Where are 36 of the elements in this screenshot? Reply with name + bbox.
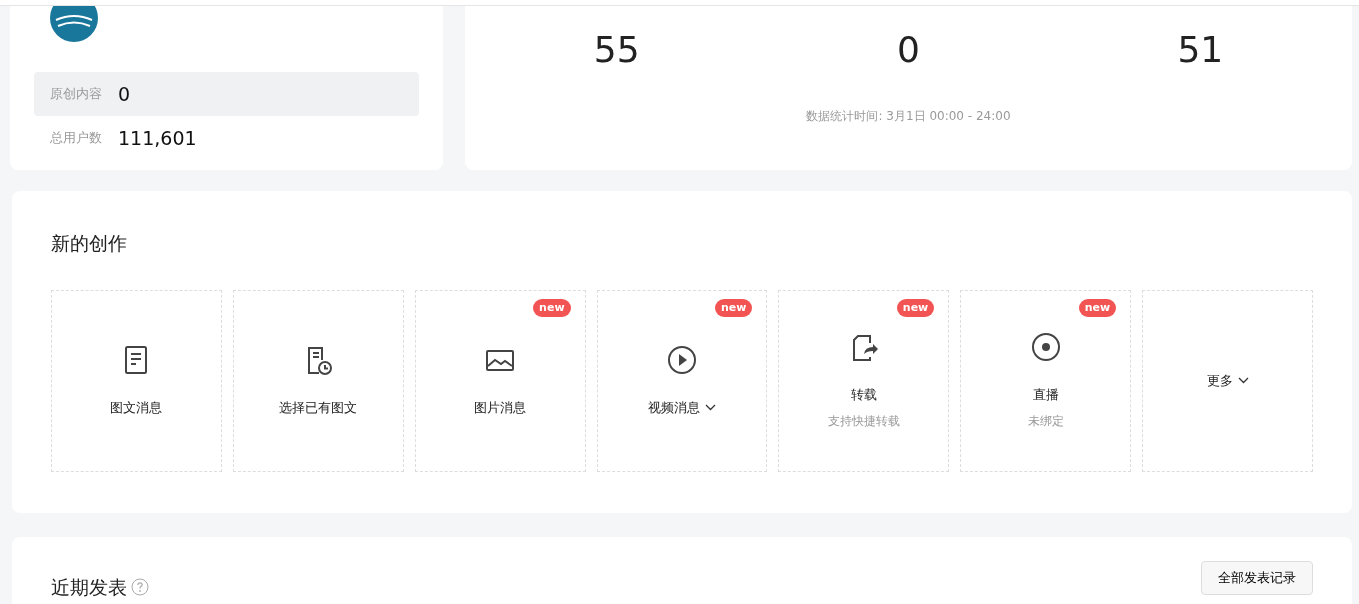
help-icon[interactable] bbox=[131, 578, 149, 597]
all-posts-button[interactable]: 全部发表记录 bbox=[1201, 561, 1313, 595]
new-badge: new bbox=[714, 298, 753, 317]
create-tile[interactable]: 图文消息 bbox=[51, 289, 222, 472]
section-title: 近期发表 bbox=[51, 575, 127, 600]
tile-label: 选择已有图文 bbox=[279, 398, 358, 417]
metric-value: 51 bbox=[1177, 29, 1224, 70]
create-tile[interactable]: 视频消息 new bbox=[596, 289, 768, 472]
record-icon bbox=[1029, 330, 1062, 363]
create-tile[interactable]: 图片消息 new bbox=[414, 289, 586, 472]
chevron-down-icon bbox=[1237, 377, 1249, 384]
new-badge: new bbox=[1078, 298, 1117, 317]
tile-label: 直播 bbox=[1032, 385, 1059, 404]
section-title: 新的创作 bbox=[51, 232, 127, 254]
create-tile[interactable]: 更多 bbox=[1142, 289, 1313, 472]
tile-label: 转载 bbox=[850, 385, 877, 404]
create-tile[interactable]: 选择已有图文 bbox=[232, 289, 404, 472]
create-tile[interactable]: 直播 未绑定 new bbox=[960, 289, 1132, 472]
tile-label: 视频消息 bbox=[648, 398, 700, 417]
tile-subtitle: 未绑定 bbox=[1027, 413, 1064, 431]
create-tile[interactable]: 转载 支持快捷转载 new bbox=[778, 289, 950, 472]
tile-label: 图文消息 bbox=[110, 398, 163, 417]
new-badge: new bbox=[896, 298, 935, 317]
chevron-down-icon bbox=[705, 404, 716, 411]
stats-time-note: 数据统计时间: 3月1日 00:00 - 24:00 bbox=[806, 109, 1011, 123]
new-badge: new bbox=[533, 298, 571, 317]
metric-value: 0 bbox=[897, 29, 920, 70]
metric-value: 55 bbox=[593, 29, 640, 70]
tile-label: 图片消息 bbox=[474, 398, 527, 417]
play-icon bbox=[666, 343, 698, 376]
tile-subtitle: 支持快捷转载 bbox=[827, 413, 900, 431]
stat-value: 0 bbox=[118, 81, 131, 107]
stat-value: 111,601 bbox=[118, 125, 197, 151]
stat-label: 总用户数 bbox=[50, 129, 102, 148]
stat-label: 原创内容 bbox=[50, 85, 102, 104]
tile-label: 更多 bbox=[1206, 371, 1233, 390]
